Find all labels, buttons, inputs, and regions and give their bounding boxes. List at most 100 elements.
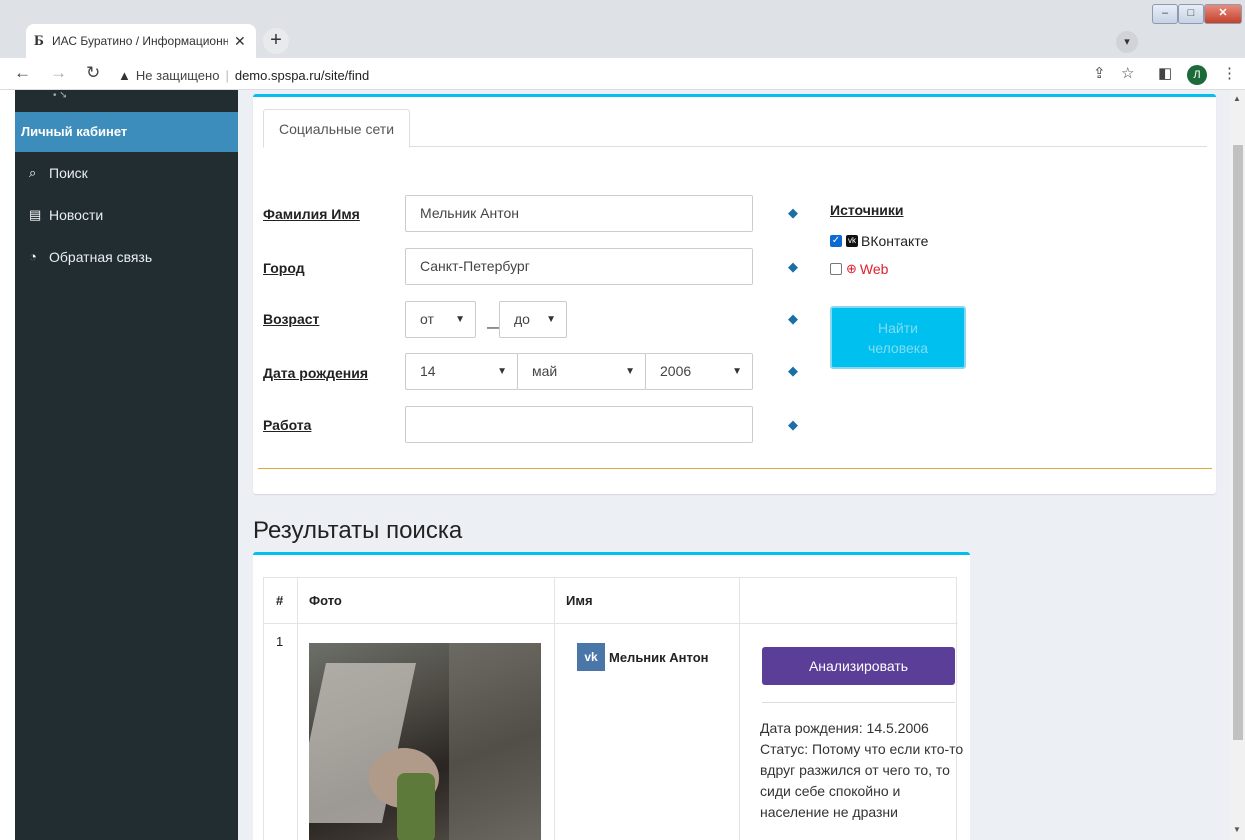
source-vk-label: ВКонтакте <box>861 233 929 249</box>
browser-tab[interactable]: Б ИАС Буратино / Информационн ✕ <box>26 24 256 58</box>
result-status: Статус: Потому что если кто-то вдруг раз… <box>760 741 964 820</box>
sidebar-logo-fragment: • ➘ <box>53 90 68 101</box>
page-scrollbar[interactable]: ▲ ▼ <box>1230 90 1245 840</box>
birth-day-select[interactable]: 14 ▼ <box>405 353 518 390</box>
source-web-option[interactable]: ⊕ Web <box>830 261 888 277</box>
name-input[interactable]: Мельник Антон <box>405 195 753 232</box>
back-arrow-icon[interactable]: ← <box>14 63 31 83</box>
age-to-value: до <box>514 311 530 327</box>
scroll-up-arrow-icon[interactable]: ▲ <box>1233 94 1241 103</box>
sidebar-item-search[interactable]: ⌕ Поиск <box>15 152 238 194</box>
search-tabs: Социальные сети <box>263 109 1207 148</box>
chevron-down-icon: ▼ <box>546 314 556 325</box>
newspaper-icon: ▤ <box>29 207 42 222</box>
result-birth-date: Дата рождения: 14.5.2006 <box>760 720 929 736</box>
chevron-down-icon: ▼ <box>732 366 742 377</box>
warning-triangle-icon[interactable]: ▲ <box>118 68 131 83</box>
sources-heading: Источники <box>830 202 904 218</box>
tab-social-networks[interactable]: Социальные сети <box>263 109 411 148</box>
result-info: Дата рождения: 14.5.2006 Статус: Потому … <box>760 718 965 823</box>
url-text[interactable]: demo.spspa.ru/site/find <box>235 68 369 83</box>
chevron-down-icon: ▼ <box>497 366 507 377</box>
tab-title: ИАС Буратино / Информационн <box>52 34 228 48</box>
source-vk-checkbox[interactable]: ✓ <box>830 235 842 247</box>
results-title: Результаты поиска <box>253 517 463 544</box>
sidebar-item-label: Поиск <box>49 165 88 181</box>
scrollbar-thumb[interactable] <box>1233 145 1243 740</box>
address-toolbar: ← → ↻ ▲ Не защищено | demo.spspa.ru/site… <box>0 58 1245 90</box>
age-to-select[interactable]: до ▼ <box>499 301 567 338</box>
reload-icon[interactable]: ↻ <box>86 63 100 83</box>
find-person-button[interactable]: Найти человека <box>830 306 966 369</box>
clear-city-eraser-icon[interactable]: ◆ <box>788 259 798 275</box>
main-content: Социальные сети Фамилия Имя Мельник Анто… <box>238 90 1230 840</box>
scroll-down-arrow-icon[interactable]: ▼ <box>1233 825 1241 834</box>
tab-search-chevron-icon[interactable]: ▾ <box>1116 31 1138 53</box>
age-from-value: от <box>420 311 434 327</box>
clear-age-eraser-icon[interactable]: ◆ <box>788 311 798 327</box>
col-header-num: # <box>276 593 284 608</box>
sidebar-item-feedback[interactable]: ◔ Обратная связь <box>15 236 238 278</box>
menu-kebab-icon[interactable]: ⋮ <box>1222 64 1237 82</box>
city-label: Город <box>263 260 305 276</box>
row-number: 1 <box>276 634 284 649</box>
col-header-name: Имя <box>566 593 593 608</box>
header-divider <box>264 623 958 624</box>
birth-month-select[interactable]: май ▼ <box>517 353 646 390</box>
tab-close-icon[interactable]: ✕ <box>234 33 246 50</box>
source-web-label: Web <box>859 261 889 277</box>
column-divider <box>554 578 555 840</box>
col-header-photo: Фото <box>309 593 342 608</box>
sidebar: • ➘ Личный кабинет ⌕ Поиск ▤ Новости ◔ О… <box>15 90 238 840</box>
city-input[interactable]: Санкт-Петербург <box>405 248 753 285</box>
chevron-down-icon: ▼ <box>625 366 635 377</box>
clear-birth-eraser-icon[interactable]: ◆ <box>788 363 798 379</box>
security-status-text[interactable]: Не защищено <box>136 68 220 83</box>
column-divider <box>739 578 740 840</box>
clear-work-eraser-icon[interactable]: ◆ <box>788 417 798 433</box>
profile-avatar[interactable]: Л <box>1187 65 1207 85</box>
window-close-button[interactable]: ✕ <box>1204 4 1242 24</box>
find-button-line1: Найти <box>878 320 918 336</box>
sidebar-item-cabinet[interactable]: Личный кабинет <box>15 112 238 152</box>
chevron-down-icon: ▼ <box>455 314 465 325</box>
birth-year-select[interactable]: 2006 ▼ <box>645 353 753 390</box>
result-name-link[interactable]: vk Мельник Антон <box>577 643 709 671</box>
results-table: # Фото Имя 1 vk Мельник Антон Анализиров… <box>263 577 963 840</box>
clear-name-eraser-icon[interactable]: ◆ <box>788 205 798 221</box>
bookmark-star-icon[interactable]: ☆ <box>1121 64 1134 82</box>
col-header-actions <box>739 578 751 623</box>
address-bar[interactable]: ▲ Не защищено | demo.spspa.ru/site/find <box>118 64 369 86</box>
globe-icon: ⊕ <box>846 261 857 276</box>
profile-photo[interactable] <box>309 643 541 840</box>
source-web-checkbox[interactable] <box>830 263 842 275</box>
sidebar-item-news[interactable]: ▤ Новости <box>15 194 238 236</box>
analyze-button[interactable]: Анализировать <box>762 647 955 685</box>
sidebar-item-label: Новости <box>49 207 104 223</box>
page-left-margin <box>0 90 15 840</box>
rss-icon: ◔ <box>29 249 37 264</box>
browser-tab-strip: Б ИАС Буратино / Информационн ✕ + ▾ – □ … <box>0 0 1245 58</box>
work-label: Работа <box>263 417 312 433</box>
forward-arrow-icon[interactable]: → <box>50 63 67 83</box>
birth-date-label: Дата рождения <box>263 365 369 381</box>
new-tab-button[interactable]: + <box>263 28 289 54</box>
work-input[interactable] <box>405 406 753 443</box>
find-button-line2: человека <box>867 340 928 356</box>
window-minimize-button[interactable]: – <box>1152 4 1178 24</box>
source-vk-option[interactable]: ✓ vk ВКонтакте <box>830 233 928 249</box>
url-separator: | <box>225 67 229 83</box>
vk-logo-icon: vk <box>577 643 605 671</box>
site-favicon: Б <box>34 32 44 49</box>
age-label: Возраст <box>263 311 320 327</box>
share-icon[interactable]: ⇪ <box>1093 64 1106 82</box>
info-divider <box>762 702 955 703</box>
side-panel-icon[interactable]: ◧ <box>1158 64 1172 82</box>
birth-year-value: 2006 <box>660 363 692 379</box>
birth-day-value: 14 <box>420 363 436 379</box>
age-from-select[interactable]: от ▼ <box>405 301 476 338</box>
name-label: Фамилия Имя <box>263 206 360 222</box>
sidebar-item-label: Обратная связь <box>49 249 153 265</box>
result-name: Мельник Антон <box>609 649 709 665</box>
window-maximize-button[interactable]: □ <box>1178 4 1204 24</box>
